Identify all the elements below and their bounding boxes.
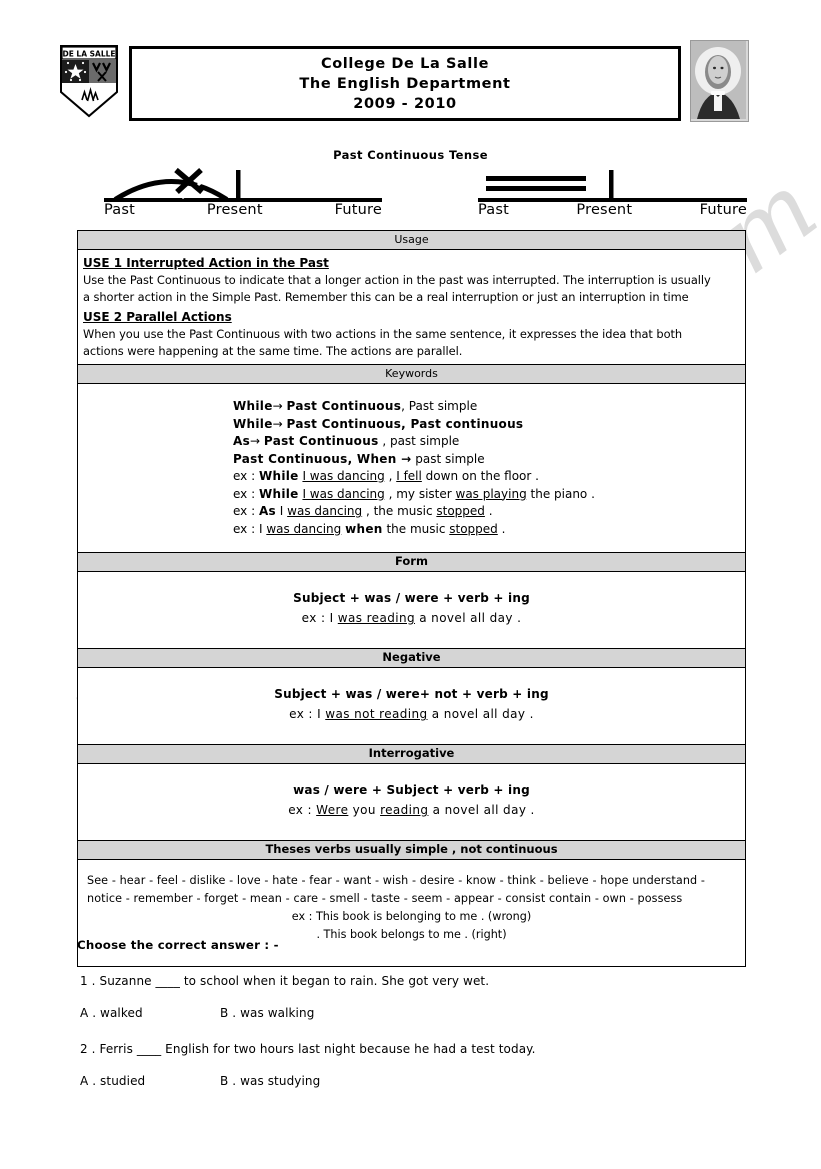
section-body-negative: Subject + was / were+ not + verb + ing e… [78,668,745,745]
page-title: Past Continuous Tense [333,148,488,162]
keyword-example-1: ex : While I was dancing , I fell down o… [233,469,539,483]
school-name: College De La Salle [320,55,490,72]
keyword-pattern-1: While→ Past Continuous, Past simple [233,398,740,416]
negative-block: Subject + was / were+ not + verb + ing e… [83,670,740,740]
exercise-1-option-b[interactable]: B . was walking [220,1006,314,1020]
kw1-arrow: → [272,399,283,413]
exercise-section: Choose the correct answer : - 1 . Suzann… [77,938,767,1110]
timeline-label-present: Present [576,202,633,218]
form-example: ex : I was reading a novel all day . [301,611,522,625]
kw4-lead: Past Continuous [233,451,348,466]
kw1-lead: While [233,399,273,413]
exercise-question-1: 1 . Suzanne ____ to school when it began… [80,974,490,988]
section-body-keywords: While→ Past Continuous, Past simple Whil… [78,384,745,553]
keyword-pattern-4: Past Continuous, When → past simple [233,451,740,469]
kw3-arrow: → [250,434,261,448]
worksheet-page: ESLprintables.com DE LA SALLE [0,0,821,1169]
exercise-title: Choose the correct answer : - [77,938,279,952]
section-header-interrogative: Interrogative [78,745,745,764]
timeline-label-past: Past [478,202,510,218]
timeline-parallel-actions: Past Present Future [478,166,747,224]
founder-portrait-image [690,40,749,122]
grammar-reference-table: Usage USE 1 Interrupted Action in the Pa… [77,230,746,967]
exercise-options-2: A . studied B . was studying [80,1074,767,1088]
exercise-1-option-a[interactable]: A . walked [80,1006,220,1020]
kw1-tense: Past Continuous [286,399,402,413]
timeline-label-present: Present [206,202,263,218]
use1-text-line2: a shorter action in the Simple Past. Rem… [83,290,689,304]
exercise-question-2: 2 . Ferris ____ English for two hours la… [80,1042,536,1056]
exercise-2-option-a[interactable]: A . studied [80,1074,220,1088]
stative-verbs-line2: notice - remember - forget - mean - care… [87,892,683,905]
use2-text-line1: When you use the Past Continuous with tw… [83,327,683,341]
keyword-example-4: ex : I was dancing when the music stoppe… [233,521,506,536]
keyword-pattern-2: While→ Past Continuous, Past continuous [233,416,740,434]
timeline-label-past: Past [104,202,136,218]
exercise-2-option-b[interactable]: B . was studying [220,1074,320,1088]
school-year: 2009 - 2010 [353,95,457,112]
interrogative-example: ex : Were you reading a novel all day . [288,803,535,817]
kw2-tail: , Past continuous [401,416,524,431]
use1-title: USE 1 Interrupted Action in the Past [83,256,329,270]
timeline-diagrams: Past Present Future Past Present Future [0,166,821,224]
interrogative-block: was / were + Subject + verb + ing ex : W… [83,766,740,836]
section-body-form: Subject + was / were + verb + ing ex : I… [78,572,745,649]
use1-text-line1: Use the Past Continuous to indicate that… [83,273,711,287]
stative-example-wrong: ex : This book is belonging to me . (wro… [291,910,532,923]
kw3-lead: As [233,434,251,448]
kw2-tense: Past Continuous [286,416,402,431]
school-crest-icon: DE LA SALLE [59,44,119,118]
keywords-block: While→ Past Continuous, Past simple Whil… [83,386,740,548]
interrogative-rule: was / were + Subject + verb + ing [293,783,530,797]
form-block: Subject + was / were + verb + ing ex : I… [83,574,740,644]
section-body-usage: USE 1 Interrupted Action in the Past Use… [78,250,745,365]
exercise-options-1: A . walked B . was walking [80,1006,767,1020]
kw4-tense: , When → [347,451,412,466]
keyword-example-3: ex : As I was dancing , the music stoppe… [233,504,493,518]
section-header-form: Form [78,553,745,572]
kw3-tail: , past simple [378,434,460,448]
section-header-keywords: Keywords [78,365,745,384]
timeline-labels-left: Past Present Future [104,202,382,218]
timeline-label-future: Future [334,202,382,218]
form-rule: Subject + was / were + verb + ing [293,591,530,605]
page-header: DE LA SALLE College De La Salle The Engl… [0,0,821,130]
department-name: The English Department [299,75,511,92]
negative-rule: Subject + was / were+ not + verb + ing [274,687,549,701]
section-header-stative-verbs: Theses verbs usually simple , not contin… [78,841,745,860]
kw3-tense: Past Continuous [263,434,379,448]
section-body-interrogative: was / were + Subject + verb + ing ex : W… [78,764,745,841]
section-header-usage: Usage [78,231,745,250]
use2-text-line2: actions were happening at the same time.… [83,344,463,358]
kw1-tail: , Past simple [401,399,478,413]
keyword-example-2: ex : While I was dancing , my sister was… [233,486,595,501]
negative-example: ex : I was not reading a novel all day . [289,707,534,721]
school-title-box: College De La Salle The English Departme… [129,46,681,121]
timeline-interrupted-action: Past Present Future [104,166,382,224]
timeline-labels-right: Past Present Future [478,202,747,218]
kw4-tail: past simple [411,451,485,466]
stative-verbs-line1: See - hear - feel - dislike - love - hat… [87,874,706,887]
svg-text:DE LA SALLE: DE LA SALLE [62,50,115,59]
timeline-label-future: Future [699,202,747,218]
use2-title: USE 2 Parallel Actions [83,310,232,324]
kw2-arrow: → [272,416,283,431]
kw2-lead: While [233,416,273,431]
keyword-pattern-3: As→ Past Continuous , past simple [233,433,740,451]
section-header-negative: Negative [78,649,745,668]
